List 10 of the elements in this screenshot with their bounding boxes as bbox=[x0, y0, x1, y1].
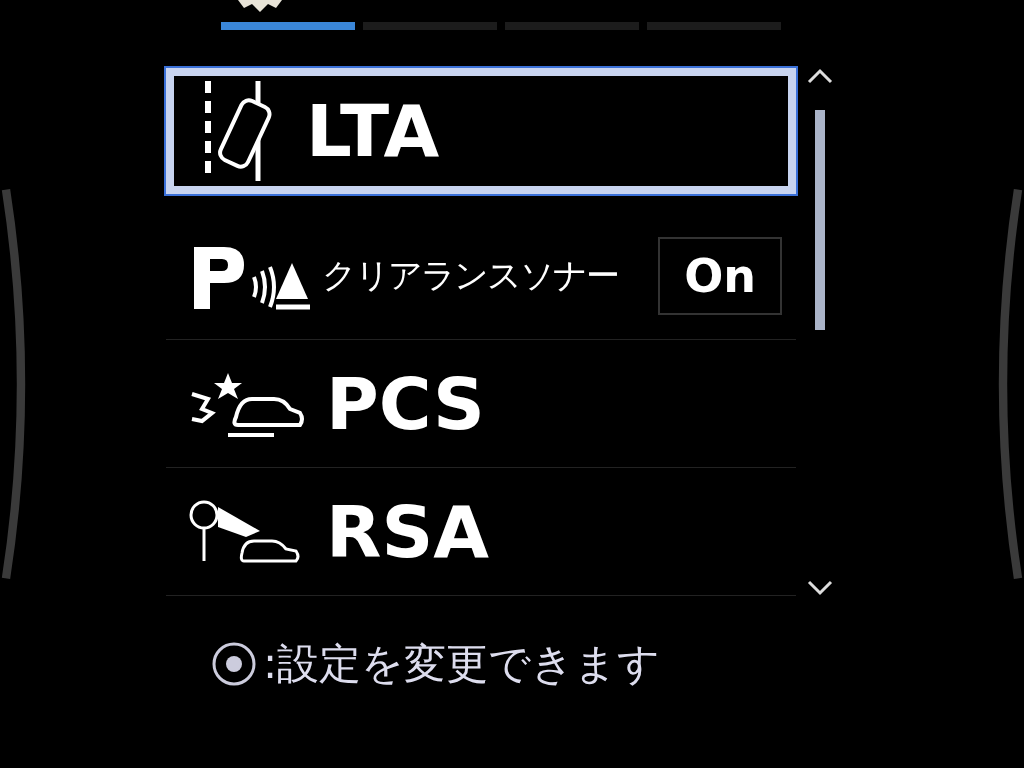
menu-item[interactable]: クリアランスソナー On bbox=[166, 212, 796, 340]
menu-item-label: クリアランスソナー bbox=[322, 253, 618, 297]
menu-item[interactable]: PCS bbox=[166, 340, 796, 468]
setting-value: On bbox=[658, 236, 782, 315]
menu-item[interactable]: RSA bbox=[166, 468, 796, 596]
menu-item-label: LTA bbox=[306, 89, 440, 173]
menu-item-label: RSA bbox=[326, 489, 490, 574]
menu-item-label: PCS bbox=[326, 361, 485, 446]
hint-text: :設定を変更できます bbox=[263, 638, 661, 690]
menu-item[interactable]: LTA bbox=[166, 68, 796, 194]
